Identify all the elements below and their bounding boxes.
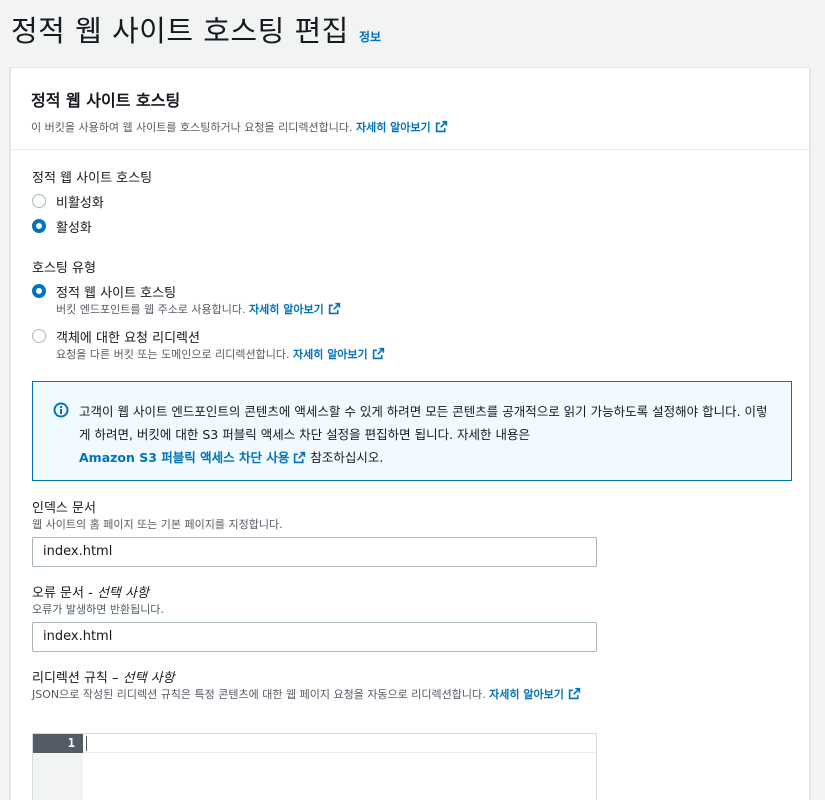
line-number: 1 xyxy=(33,734,83,753)
error-document-desc: 오류가 발생하면 반환됩니다. xyxy=(32,603,164,616)
radio-enable[interactable] xyxy=(32,219,46,233)
alert-text: 고객이 웹 사이트 엔드포인트의 콘텐츠에 액세스할 수 있게 하려면 모든 콘… xyxy=(79,400,779,469)
radio-disable[interactable] xyxy=(32,194,46,208)
panel-description: 이 버킷을 사용하여 웹 사이트를 호스팅하거나 요청을 리디렉션합니다. 자세… xyxy=(31,119,789,135)
json-editor[interactable]: 1 xyxy=(32,733,597,800)
radio-static-hosting[interactable] xyxy=(32,284,46,298)
static-hosting-desc-text: 버킷 엔드포인트를 웹 주소로 사용합니다. xyxy=(56,303,246,316)
info-link[interactable]: 정보 xyxy=(359,28,381,45)
info-circle-icon xyxy=(53,402,69,418)
alert-link[interactable]: Amazon S3 퍼블릭 액세스 차단 사용 xyxy=(79,450,289,465)
external-link-icon xyxy=(435,120,447,133)
radio-disable-label: 비활성화 xyxy=(56,196,104,211)
error-document-input[interactable]: index.html xyxy=(32,622,597,652)
redirection-rules-desc-text: JSON으로 작성된 리디렉션 규칙은 특정 콘텐츠에 대한 웹 페이지 요청을… xyxy=(32,688,486,701)
optional-tag: 선택 사항 xyxy=(96,586,149,601)
external-link-icon xyxy=(372,347,384,360)
index-document-desc: 웹 사이트의 홈 페이지 또는 기본 페이지를 지정합니다. xyxy=(32,518,283,531)
alert-text-part1: 고객이 웹 사이트 엔드포인트의 콘텐츠에 액세스할 수 있게 하려면 모든 콘… xyxy=(79,404,768,442)
learn-more-link[interactable]: 자세히 알아보기 xyxy=(293,348,368,361)
active-line xyxy=(83,734,596,753)
error-document-label: 오류 문서 - 선택 사항 xyxy=(32,582,149,601)
learn-more-link[interactable]: 자세히 알아보기 xyxy=(489,688,564,701)
index-document-input[interactable]: index.html xyxy=(32,537,597,567)
radio-redirect-label: 객체에 대한 요청 리디렉션 xyxy=(56,331,200,346)
radio-static-hosting-desc: 버킷 엔드포인트를 웹 주소로 사용합니다. 자세히 알아보기 xyxy=(56,301,341,317)
external-link-icon xyxy=(294,451,306,464)
panel-title: 정적 웹 사이트 호스팅 xyxy=(31,91,181,110)
radio-static-hosting-label: 정적 웹 사이트 호스팅 xyxy=(56,286,177,301)
external-link-icon xyxy=(328,302,340,315)
hosting-label: 정적 웹 사이트 호스팅 xyxy=(32,171,153,186)
learn-more-link[interactable]: 자세히 알아보기 xyxy=(249,303,324,316)
info-alert: 고객이 웹 사이트 엔드포인트의 콘텐츠에 액세스할 수 있게 하려면 모든 콘… xyxy=(32,381,792,481)
redirection-rules-desc: JSON으로 작성된 리디렉션 규칙은 특정 콘텐츠에 대한 웹 페이지 요청을… xyxy=(32,686,581,702)
optional-tag: 선택 사항 xyxy=(122,671,175,686)
alert-text-part2: 참조하십시오. xyxy=(310,450,384,465)
panel-description-text: 이 버킷을 사용하여 웹 사이트를 호스팅하거나 요청을 리디렉션합니다. xyxy=(31,121,353,134)
redirection-rules-label-text: 리디렉션 규칙 – xyxy=(32,671,123,686)
index-document-label: 인덱스 문서 xyxy=(32,501,96,516)
radio-redirect[interactable] xyxy=(32,329,46,343)
radio-redirect-desc: 요청을 다른 버킷 또는 도메인으로 리디렉션합니다. 자세히 알아보기 xyxy=(56,346,385,362)
redirection-rules-label: 리디렉션 규칙 – 선택 사항 xyxy=(32,667,175,686)
settings-panel: 정적 웹 사이트 호스팅 이 버킷을 사용하여 웹 사이트를 호스팅하거나 요청… xyxy=(10,67,810,800)
redirect-desc-text: 요청을 다른 버킷 또는 도메인으로 리디렉션합니다. xyxy=(56,348,290,361)
hosting-type-label: 호스팅 유형 xyxy=(32,261,96,276)
panel-header: 정적 웹 사이트 호스팅 이 버킷을 사용하여 웹 사이트를 호스팅하거나 요청… xyxy=(11,68,809,150)
learn-more-link[interactable]: 자세히 알아보기 xyxy=(356,121,431,134)
external-link-icon xyxy=(568,687,580,700)
text-cursor xyxy=(86,736,87,751)
radio-enable-label: 활성화 xyxy=(56,221,92,236)
page-title: 정적 웹 사이트 호스팅 편집 xyxy=(11,14,349,48)
error-document-label-text: 오류 문서 - xyxy=(32,586,97,601)
